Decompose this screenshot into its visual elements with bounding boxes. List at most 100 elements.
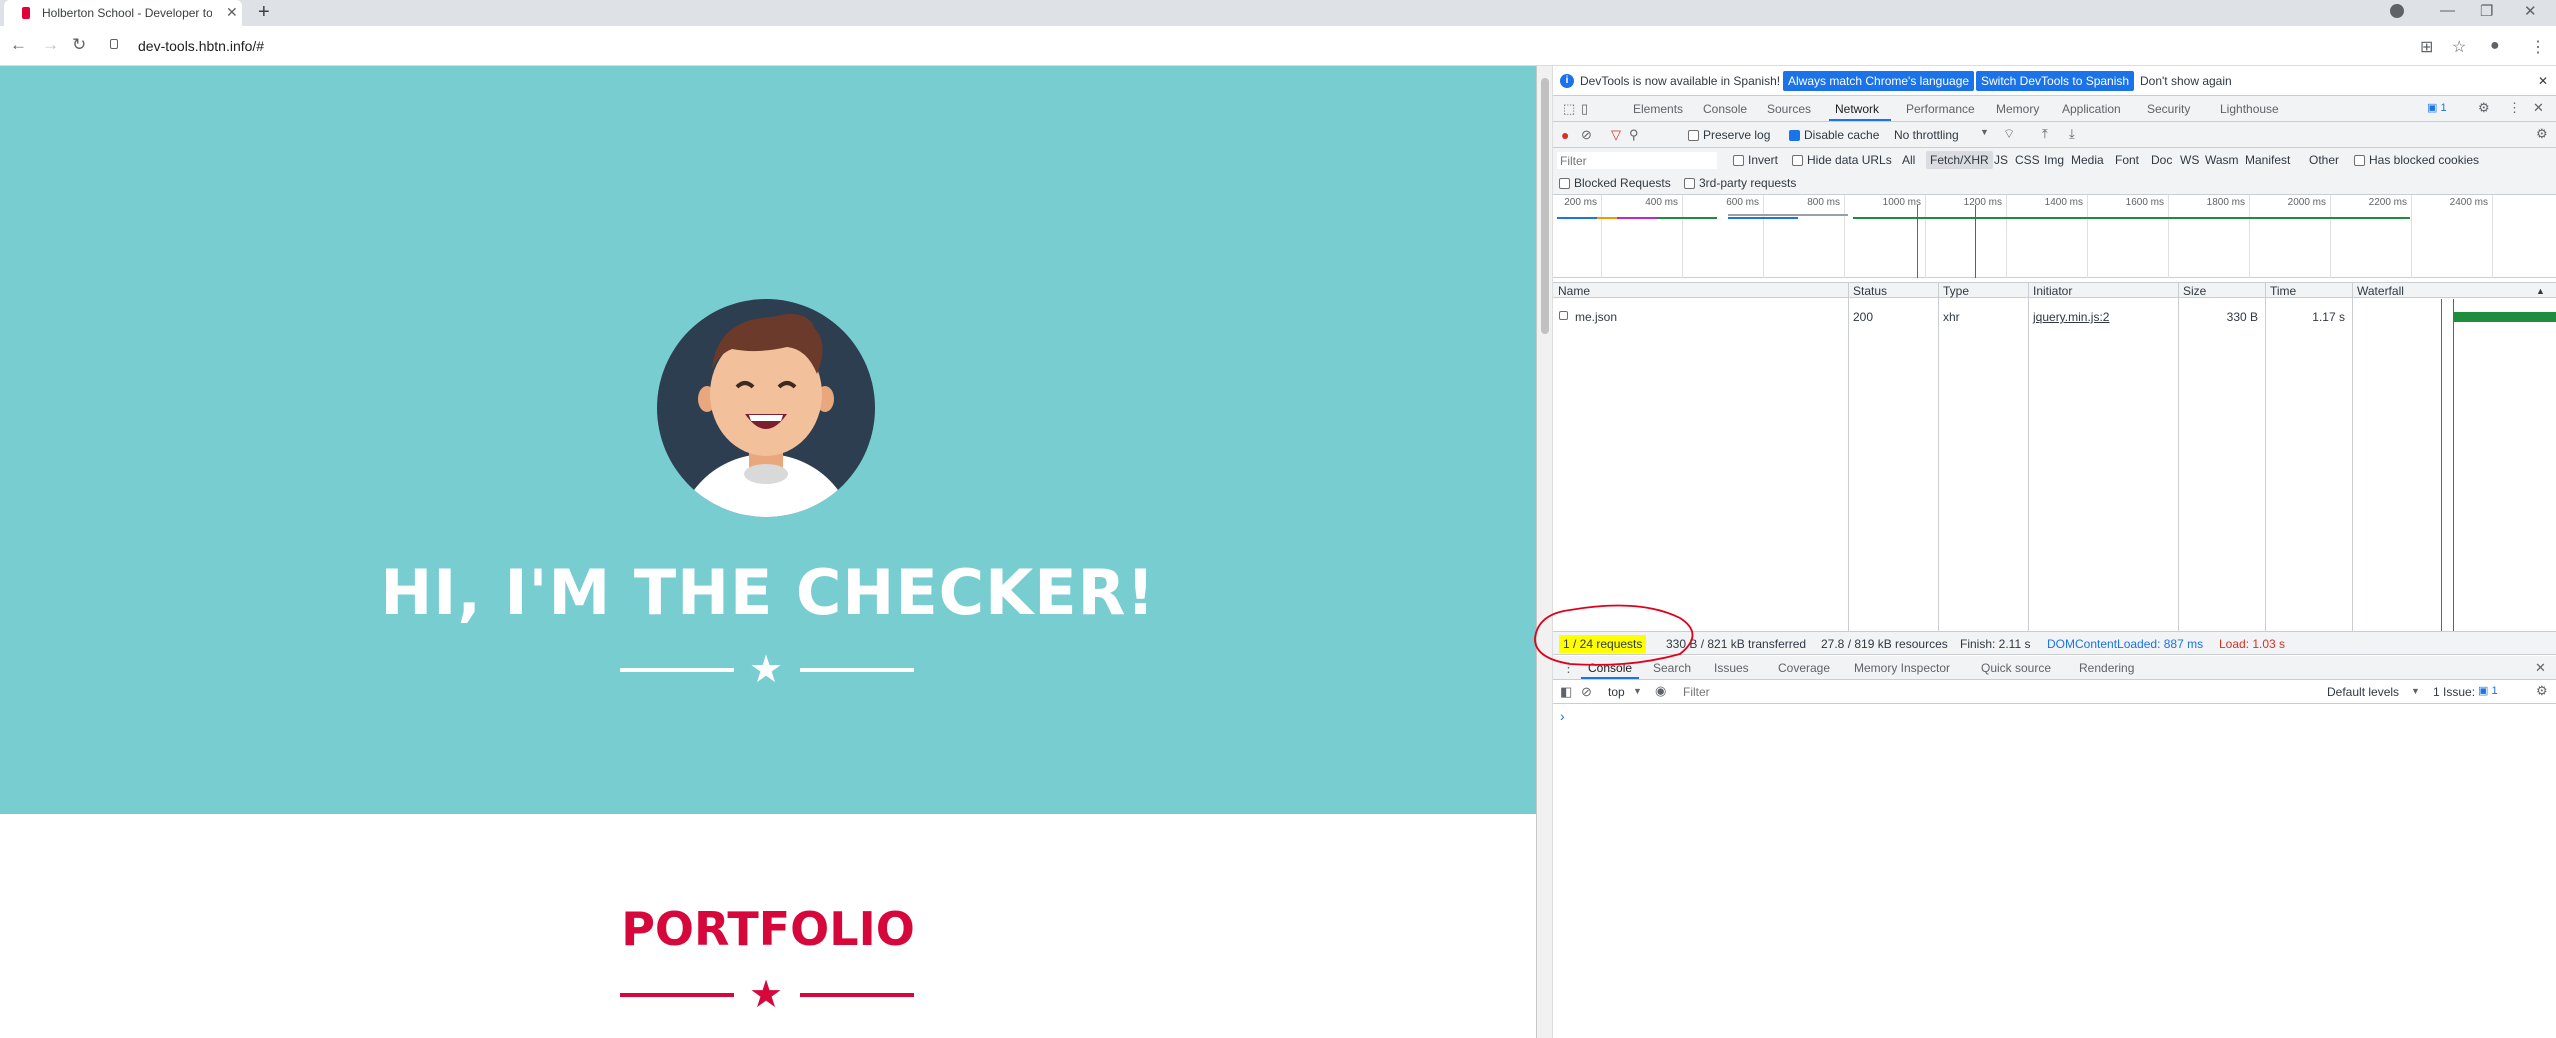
throttling-select[interactable]: No throttling (1894, 128, 1959, 142)
type-filter-fetch-xhr[interactable]: Fetch/XHR (1926, 151, 1993, 169)
col-waterfall[interactable]: Waterfall (2357, 284, 2404, 298)
tab-memory[interactable]: Memory (1996, 102, 2039, 116)
search-icon[interactable]: ⚲ (1629, 127, 1639, 143)
table-row[interactable]: me.json 200 xhr jquery.min.js:2 330 B 1.… (1553, 309, 2556, 325)
col-time[interactable]: Time (2270, 284, 2296, 298)
tab-console[interactable]: Console (1703, 102, 1747, 116)
log-levels-select[interactable]: Default levels (2327, 685, 2399, 699)
close-devtools-icon[interactable]: ✕ (2533, 100, 2544, 116)
network-settings-icon[interactable]: ⚙ (2536, 126, 2548, 142)
minimize-icon[interactable]: — (2440, 2, 2455, 19)
export-har-icon[interactable]: ⤓ (2069, 126, 2075, 142)
disable-cache-checkbox[interactable] (1789, 130, 1800, 141)
context-selector[interactable]: top (1608, 685, 1625, 699)
blocked-requests-checkbox[interactable] (1559, 178, 1570, 189)
device-toolbar-icon[interactable]: ▯ (1581, 101, 1588, 117)
menu-icon[interactable]: ⋮ (2530, 37, 2546, 57)
col-separator (1848, 282, 1849, 631)
console-filter-input[interactable] (1679, 683, 2041, 701)
console-clear-icon[interactable]: ⊘ (1581, 684, 1592, 700)
back-icon[interactable]: ← (10, 35, 27, 55)
invert-checkbox[interactable] (1733, 155, 1744, 166)
console-sidebar-icon[interactable]: ◧ (1560, 684, 1572, 700)
sort-asc-icon[interactable]: ▲ (2536, 286, 2545, 296)
issues-badge-icon[interactable]: ▣ 1 (2427, 101, 2447, 114)
tab-lighthouse[interactable]: Lighthouse (2220, 102, 2279, 116)
type-filter-other[interactable]: Other (2309, 153, 2339, 167)
clear-icon[interactable]: ⊘ (1581, 127, 1592, 143)
network-filter-input[interactable] (1557, 152, 1717, 169)
filter-funnel-icon[interactable]: ▽ (1611, 127, 1621, 143)
type-filter-js[interactable]: JS (1994, 153, 2008, 167)
type-filter-media[interactable]: Media (2071, 153, 2104, 167)
console-prompt[interactable]: › (1560, 708, 1565, 724)
network-conditions-icon[interactable]: ⌔ (2003, 126, 2015, 142)
new-tab-button[interactable]: + (258, 1, 270, 24)
console-issues-label[interactable]: 1 Issue: (2433, 685, 2475, 699)
levels-chevron-icon[interactable]: ▼ (2411, 686, 2420, 696)
settings-gear-icon[interactable]: ⚙ (2478, 100, 2490, 116)
page-scrollbar[interactable] (1537, 66, 1553, 1038)
close-drawer-icon[interactable]: ✕ (2535, 660, 2546, 676)
col-initiator[interactable]: Initiator (2033, 284, 2072, 298)
scrollbar-thumb[interactable] (1541, 78, 1549, 334)
col-status[interactable]: Status (1853, 284, 1887, 298)
type-filter-img[interactable]: Img (2044, 153, 2064, 167)
row-name[interactable]: me.json (1575, 310, 1617, 324)
switch-spanish-button[interactable]: Switch DevTools to Spanish (1976, 71, 2135, 91)
drawer-tab-memory-inspector[interactable]: Memory Inspector (1854, 661, 1950, 675)
third-party-checkbox[interactable] (1684, 178, 1695, 189)
col-size[interactable]: Size (2183, 284, 2206, 298)
type-filter-manifest[interactable]: Manifest (2245, 153, 2290, 167)
tab-network[interactable]: Network (1835, 102, 1879, 116)
dont-show-again-button[interactable]: Don't show again (2140, 74, 2232, 88)
tab-elements[interactable]: Elements (1633, 102, 1683, 116)
browser-tab[interactable]: Holberton School - Developer to ✕ (4, 0, 242, 26)
match-language-button[interactable]: Always match Chrome's language (1783, 71, 1975, 91)
col-separator (2265, 282, 2266, 631)
account-icon[interactable]: ● (2490, 37, 2500, 55)
more-options-icon[interactable]: ⋮ (2508, 100, 2521, 116)
close-window-icon[interactable]: ✕ (2524, 2, 2537, 20)
infobar-close-icon[interactable]: ✕ (2538, 74, 2548, 88)
forward-icon[interactable]: → (42, 35, 59, 55)
live-expression-eye-icon[interactable]: ◉ (1655, 683, 1666, 699)
type-filter-all[interactable]: All (1902, 153, 1915, 167)
hide-data-urls-checkbox[interactable] (1792, 155, 1803, 166)
preserve-log-checkbox[interactable] (1688, 130, 1699, 141)
context-chevron-icon[interactable]: ▼ (1633, 686, 1642, 696)
type-filter-wasm[interactable]: Wasm (2205, 153, 2239, 167)
reload-icon[interactable]: ↻ (72, 35, 86, 55)
translate-icon[interactable]: ⊞ (2420, 37, 2433, 57)
drawer-tab-rendering[interactable]: Rendering (2079, 661, 2134, 675)
waterfall-bar[interactable] (2453, 312, 2556, 322)
col-type[interactable]: Type (1943, 284, 1969, 298)
drawer-tab-quick-source[interactable]: Quick source (1981, 661, 2051, 675)
record-icon[interactable]: ● (1561, 127, 1569, 143)
network-overview[interactable]: 200 ms 400 ms 600 ms 800 ms 1000 ms 1200 ms 14… (1553, 195, 2556, 278)
portfolio-divider-right (800, 993, 914, 997)
console-issues-badge-icon[interactable]: ▣ 1 (2478, 684, 2498, 697)
restore-icon[interactable]: ❐ (2480, 2, 2493, 20)
console-settings-icon[interactable]: ⚙ (2536, 683, 2548, 699)
tab-performance[interactable]: Performance (1906, 102, 1975, 116)
import-har-icon[interactable]: ⤒ (2042, 126, 2048, 142)
type-filter-css[interactable]: CSS (2015, 153, 2040, 167)
row-initiator-link[interactable]: jquery.min.js:2 (2033, 310, 2109, 324)
address-bar[interactable]: dev-tools.hbtn.info/# (96, 31, 2400, 61)
tab-application[interactable]: Application (2062, 102, 2121, 116)
chevron-down-icon[interactable]: ▼ (1980, 127, 1989, 137)
profile-indicator-icon[interactable] (2390, 4, 2404, 18)
col-name[interactable]: Name (1558, 284, 1590, 298)
drawer-tab-coverage[interactable]: Coverage (1778, 661, 1830, 675)
tab-sources[interactable]: Sources (1767, 102, 1811, 116)
tab-close-icon[interactable]: ✕ (226, 4, 238, 21)
drawer-tab-issues[interactable]: Issues (1714, 661, 1749, 675)
blocked-cookies-checkbox[interactable] (2354, 155, 2365, 166)
tab-security[interactable]: Security (2147, 102, 2190, 116)
type-filter-ws[interactable]: WS (2180, 153, 2199, 167)
bookmark-star-icon[interactable]: ☆ (2452, 37, 2466, 57)
inspect-element-icon[interactable]: ⬚ (1563, 101, 1575, 117)
type-filter-doc[interactable]: Doc (2151, 153, 2172, 167)
type-filter-font[interactable]: Font (2115, 153, 2139, 167)
